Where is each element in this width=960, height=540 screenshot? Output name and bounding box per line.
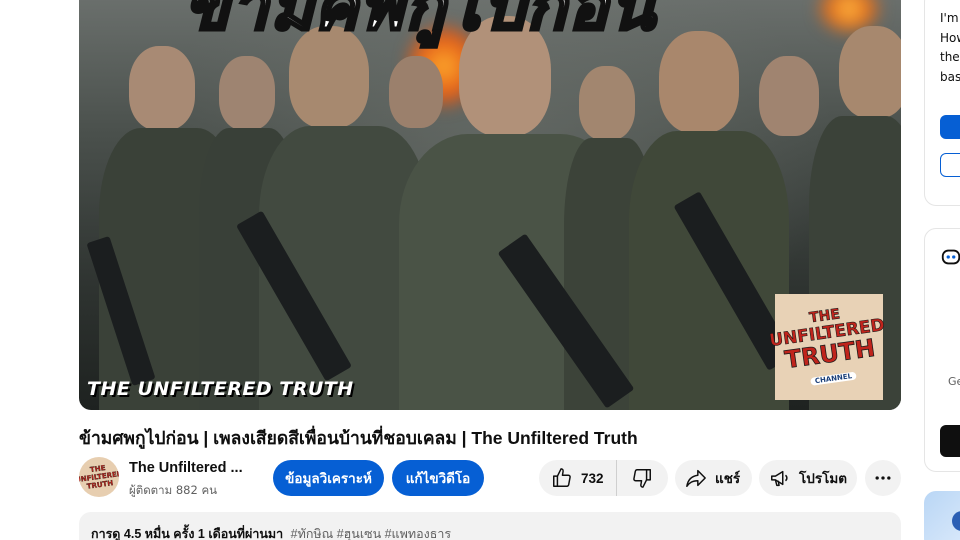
sidebar-primary-button[interactable] (940, 115, 960, 139)
thumbs-up-icon (553, 468, 571, 487)
subscriber-count: ผู้ติดตาม 882 คน (129, 483, 217, 497)
thumbs-down-icon (633, 469, 651, 488)
share-button[interactable]: แชร์ (675, 460, 752, 496)
edit-video-button[interactable]: แก้ไขวิดีโอ (392, 460, 484, 496)
sidebar-ai-text: Ge (948, 375, 960, 388)
sidebar-promo-card[interactable] (924, 491, 960, 540)
like-count: 732 (581, 470, 604, 486)
video-player[interactable]: ข้ามศพกูไปก่อน THE UNFILTERED TRUTH THE … (79, 0, 901, 410)
avatar[interactable]: THE UNFILTERED TRUTH (79, 457, 119, 497)
sidebar-secondary-button[interactable] (940, 153, 960, 177)
sidebar-ai-card: Ge (924, 228, 960, 472)
view-count-date: การดู 4.5 หมื่น ครั้ง 1 เดือนที่ผ่านมา (91, 527, 284, 540)
promote-button[interactable]: โปรโมต (759, 460, 857, 496)
sidebar-card-text: I'm (940, 11, 959, 25)
sidebar-card: I'm How the bas (924, 0, 960, 206)
megaphone-icon (771, 470, 788, 487)
more-horizontal-icon (875, 476, 891, 480)
sidebar-card-text: the (940, 50, 960, 64)
analytics-button[interactable]: ข้อมูลวิเคราะห์ (273, 460, 384, 496)
sidebar-dark-button[interactable] (940, 425, 960, 457)
promote-label: โปรโมต (799, 471, 847, 486)
avatar-text: THE UNFILTERED TRUTH (79, 464, 119, 491)
hashtags[interactable]: #ทักษิณ #ฮุนเซน #แพทองธาร (291, 527, 451, 540)
like-dislike-group: 732 (539, 460, 668, 496)
channel-logo-badge: THE UNFILTERED TRUTH CHANNEL (768, 294, 886, 400)
promo-icon (952, 511, 960, 531)
more-actions-button[interactable] (865, 460, 901, 496)
description-box[interactable]: การดู 4.5 หมื่น ครั้ง 1 เดือนที่ผ่านมา #… (79, 512, 901, 540)
share-label: แชร์ (715, 471, 741, 486)
ai-assistant-icon (941, 249, 960, 265)
like-button[interactable]: 732 (539, 460, 617, 496)
sidebar-card-text: How (940, 30, 960, 45)
dislike-button[interactable] (617, 460, 667, 496)
logo-line: CHANNEL (810, 371, 857, 386)
thumbnail-title: ข้ามศพกูไปก่อน (183, 0, 657, 47)
channel-name[interactable]: The Unfiltered ... (129, 460, 243, 476)
share-arrow-icon (686, 469, 706, 487)
video-title: ข้ามศพกูไปก่อน | เพลงเสียดสีเพื่อนบ้านที… (79, 428, 638, 448)
sidebar-card-text: bas (940, 69, 960, 84)
thumbnail-watermark: THE UNFILTERED TRUTH (87, 378, 354, 400)
